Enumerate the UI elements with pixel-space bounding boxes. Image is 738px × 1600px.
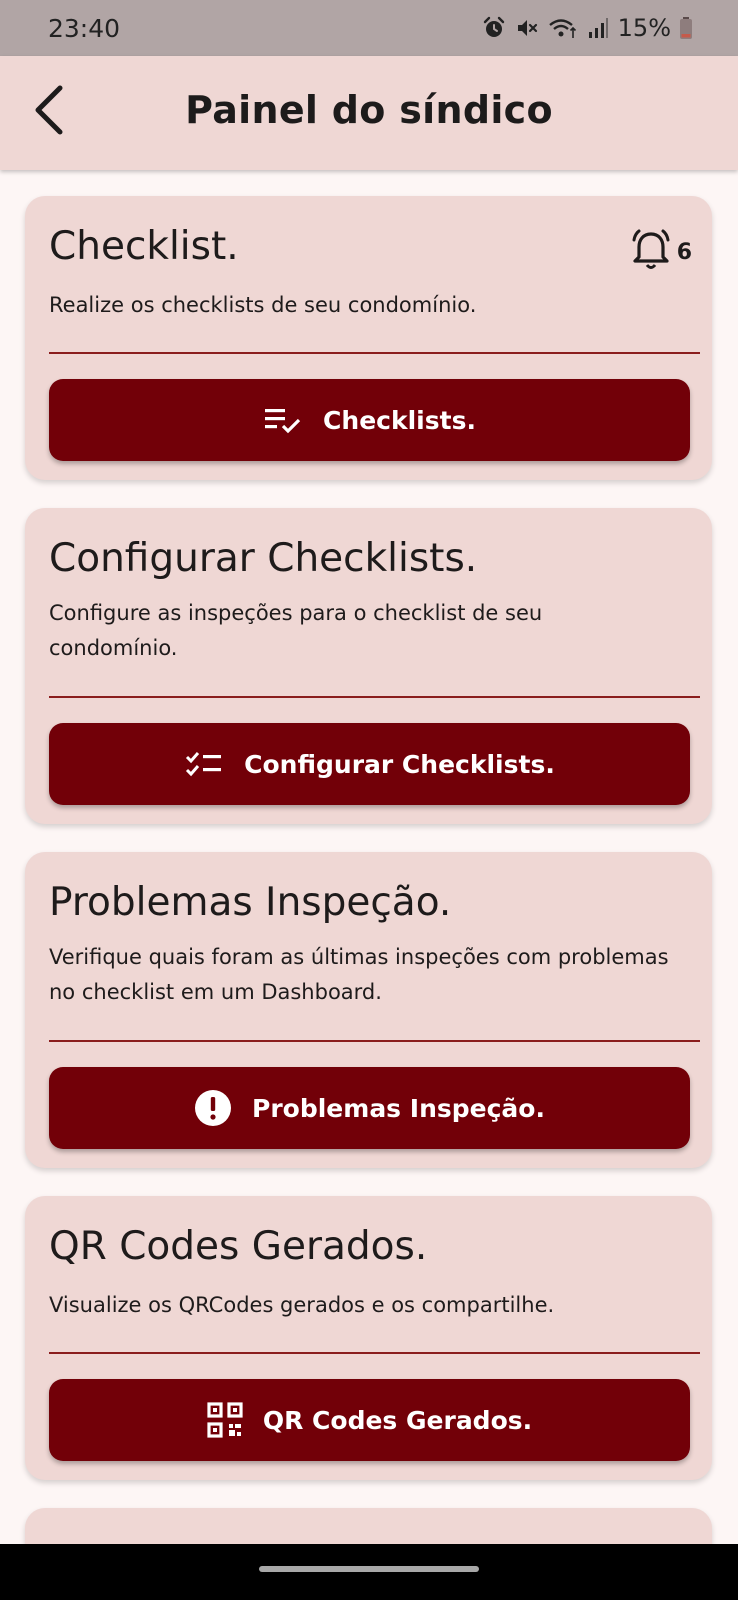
inspection-problems-card: Problemas Inspeção. Verifique quais fora… xyxy=(25,852,712,1168)
battery-icon xyxy=(680,17,692,39)
bell-icon xyxy=(629,228,673,277)
app-bar: Painel do síndico xyxy=(0,56,738,170)
card-divider xyxy=(49,1040,700,1042)
card-divider xyxy=(49,352,700,354)
qr-codes-card: QR Codes Gerados. Visualize os QRCodes g… xyxy=(25,1196,712,1480)
status-time: 23:40 xyxy=(48,13,121,43)
alarm-icon xyxy=(482,16,506,40)
qr-code-icon xyxy=(207,1402,243,1438)
button-label: Problemas Inspeção. xyxy=(252,1093,545,1123)
signal-icon xyxy=(587,16,609,40)
card-description: Realize os checklists de seu condomínio. xyxy=(49,293,477,317)
page-title: Painel do síndico xyxy=(185,88,553,132)
card-title: Problemas Inspeção. xyxy=(49,880,452,925)
configure-checklists-button[interactable]: Configurar Checklists. xyxy=(49,723,690,805)
card-title: Configurar Checklists. xyxy=(49,536,478,581)
card-divider xyxy=(49,696,700,698)
card-description: Configure as inspeções para o checklist … xyxy=(49,601,543,660)
notification-badge[interactable]: 6 xyxy=(629,228,692,277)
qr-codes-button[interactable]: QR Codes Gerados. xyxy=(49,1379,690,1461)
checklist-card: Checklist. 6 Realize os checklists de se… xyxy=(25,196,712,480)
home-indicator[interactable] xyxy=(259,1566,479,1572)
status-icons: 15% xyxy=(482,14,692,42)
wifi-icon xyxy=(548,16,578,40)
playlist-check-icon xyxy=(263,405,303,435)
card-title: Checklist. xyxy=(49,224,239,269)
navigation-bar xyxy=(0,1544,738,1600)
battery-percentage: 15% xyxy=(617,14,671,42)
error-circle-icon xyxy=(194,1089,232,1127)
button-label: Checklists. xyxy=(323,405,476,435)
button-label: Configurar Checklists. xyxy=(244,749,555,779)
card-description: Visualize os QRCodes gerados e os compar… xyxy=(49,1293,555,1317)
configure-checklists-card: Configurar Checklists. Configure as insp… xyxy=(25,508,712,824)
status-bar: 23:40 15% xyxy=(0,0,738,56)
checklists-button[interactable]: Checklists. xyxy=(49,379,690,461)
badge-count: 6 xyxy=(676,240,692,265)
inspection-problems-button[interactable]: Problemas Inspeção. xyxy=(49,1067,690,1149)
mute-icon xyxy=(515,16,539,40)
next-card-partial xyxy=(25,1508,712,1544)
dashboard-content: Checklist. 6 Realize os checklists de se… xyxy=(0,170,738,1544)
card-description: Verifique quais foram as últimas inspeçõ… xyxy=(49,945,669,1004)
button-label: QR Codes Gerados. xyxy=(262,1405,533,1435)
checklist-icon xyxy=(184,749,224,779)
card-title: QR Codes Gerados. xyxy=(49,1224,428,1269)
card-divider xyxy=(49,1352,700,1354)
